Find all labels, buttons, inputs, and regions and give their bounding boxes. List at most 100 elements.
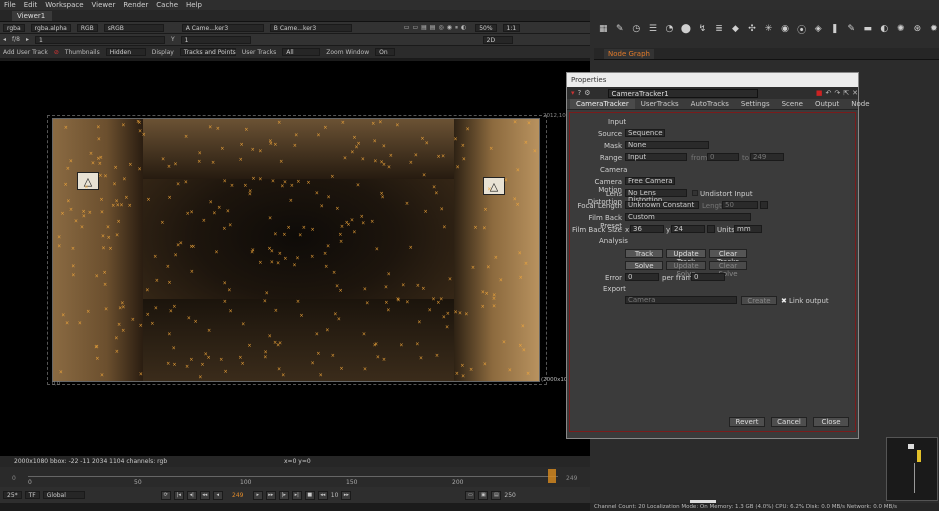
node-tool-icon[interactable]: ▦ bbox=[598, 24, 609, 35]
step-back-increment-button[interactable]: ◂◂ bbox=[317, 490, 328, 500]
node-tool-icon[interactable]: ✎ bbox=[615, 24, 626, 35]
first-frame-button[interactable]: |◂ bbox=[173, 490, 184, 500]
tab-node-graph[interactable]: Node Graph bbox=[604, 49, 654, 59]
last-frame-button[interactable]: ▸| bbox=[291, 490, 302, 500]
playhead[interactable] bbox=[548, 469, 556, 483]
proxy-dropdown[interactable]: 2D bbox=[482, 35, 513, 44]
node-tool-icon[interactable]: ◷ bbox=[631, 24, 642, 35]
play-backward-button[interactable]: ◂ bbox=[212, 490, 223, 500]
export-dropdown[interactable]: Camera bbox=[625, 296, 737, 304]
global-dropdown[interactable]: Global bbox=[42, 491, 85, 499]
track-button[interactable]: Track bbox=[625, 249, 663, 258]
lock-icon[interactable]: ▣ bbox=[478, 490, 489, 500]
node-graph-minimap[interactable] bbox=[886, 437, 938, 501]
node-tool-icon[interactable]: ≣ bbox=[714, 24, 725, 35]
lut-dropdown[interactable]: sRGB bbox=[103, 23, 164, 32]
node-tool-icon[interactable]: ◉ bbox=[780, 24, 791, 35]
solve-button[interactable]: Solve bbox=[625, 261, 663, 270]
node-tool-icon[interactable]: ❚ bbox=[829, 24, 840, 35]
focal-length-dropdown[interactable]: Unknown Constant bbox=[625, 201, 699, 209]
length-anim-button[interactable] bbox=[760, 201, 768, 209]
revert-button[interactable]: Revert bbox=[729, 417, 765, 427]
input-b-dropdown[interactable]: B Came...ker3 bbox=[269, 23, 352, 32]
redo-icon[interactable]: ↷ bbox=[834, 89, 840, 97]
node-tool-icon[interactable]: ◈ bbox=[813, 24, 824, 35]
range-dropdown[interactable]: Input bbox=[625, 153, 687, 161]
node-tool-icon[interactable]: ⊛ bbox=[912, 24, 923, 35]
length-field[interactable]: 50 bbox=[722, 201, 758, 209]
link-output-checkbox[interactable]: ✖ bbox=[781, 297, 787, 305]
fb-y-field[interactable]: 24 bbox=[671, 225, 705, 233]
camera-motion-dropdown[interactable]: Free Camera bbox=[625, 177, 675, 185]
tab-autotracks[interactable]: AutoTracks bbox=[685, 99, 735, 109]
thumbnails-dropdown[interactable]: Hidden bbox=[105, 48, 146, 56]
menu-edit[interactable]: Edit bbox=[24, 1, 38, 9]
node-tool-icon[interactable]: ☰ bbox=[648, 24, 659, 35]
colorspace-dropdown[interactable]: RGB bbox=[76, 23, 98, 32]
close-node-icon[interactable]: ✕ bbox=[852, 89, 858, 97]
collapse-icon[interactable]: ▾ bbox=[571, 89, 575, 97]
close-button[interactable]: Close bbox=[813, 417, 849, 427]
tab-scene[interactable]: Scene bbox=[776, 99, 809, 109]
tab-node[interactable]: Node bbox=[845, 99, 875, 109]
clear-solve-button[interactable]: Clear Solve bbox=[709, 261, 747, 278]
range-button[interactable]: ▤ bbox=[491, 490, 502, 500]
tab-output[interactable]: Output bbox=[809, 99, 845, 109]
step-forward-increment-button[interactable]: ▸▸ bbox=[341, 490, 352, 500]
create-button[interactable]: Create bbox=[741, 296, 777, 305]
add-user-track-button[interactable]: Add User Track bbox=[3, 49, 48, 56]
clear-tracks-button[interactable]: Clear Tracks bbox=[709, 249, 747, 266]
cancel-button[interactable]: Cancel bbox=[771, 417, 807, 427]
end-frame-field[interactable]: 250 bbox=[504, 492, 515, 499]
input-a-dropdown[interactable]: A Came...ker3 bbox=[181, 23, 264, 32]
frame-arrow-icon[interactable]: ▸ bbox=[26, 36, 29, 43]
node-tool-icon[interactable]: ↯ bbox=[697, 24, 708, 35]
timeline[interactable]: 0 50 100 150 200 0 249 bbox=[0, 467, 590, 487]
step-back-button[interactable]: ◂◂ bbox=[199, 490, 210, 500]
menu-cache[interactable]: Cache bbox=[156, 1, 178, 9]
tab-usertracks[interactable]: UserTracks bbox=[635, 99, 685, 109]
update-track-button[interactable]: Update Track bbox=[666, 249, 706, 266]
undo-icon[interactable]: ↶ bbox=[826, 89, 832, 97]
fps-dropdown[interactable]: 25* bbox=[3, 491, 22, 499]
mask-dropdown[interactable]: None bbox=[625, 141, 709, 149]
tab-viewer1[interactable]: Viewer1 bbox=[12, 11, 52, 21]
units-dropdown[interactable]: mm bbox=[734, 225, 762, 233]
undistort-checkbox[interactable] bbox=[692, 190, 698, 196]
tf-dropdown[interactable]: TF bbox=[24, 491, 40, 499]
node-tool-icon[interactable]: ✺ bbox=[896, 24, 907, 35]
node-tool-icon[interactable]: ✹ bbox=[929, 24, 939, 35]
node-tool-icon[interactable]: ◔ bbox=[664, 24, 675, 35]
node-tool-icon[interactable]: ◆ bbox=[730, 24, 741, 35]
range-to-field[interactable]: 249 bbox=[750, 153, 784, 161]
source-dropdown[interactable]: Sequence bbox=[625, 129, 665, 137]
zoom-window-dropdown[interactable]: On bbox=[375, 48, 396, 56]
fb-anim-button[interactable] bbox=[707, 225, 715, 233]
alpha-dropdown[interactable]: rgba.alpha bbox=[30, 23, 71, 32]
help-icon[interactable]: ? bbox=[578, 89, 582, 97]
color-swatch-icon[interactable]: ■ bbox=[816, 89, 823, 97]
lens-distortion-dropdown[interactable]: No Lens Distortion bbox=[625, 189, 687, 204]
zoom-dropdown[interactable]: 50% bbox=[475, 23, 497, 32]
update-solve-button[interactable]: Update Solve bbox=[666, 261, 706, 278]
y-field[interactable]: 1 bbox=[180, 35, 251, 44]
fstop-value[interactable]: f/8 bbox=[12, 36, 20, 43]
menu-workspace[interactable]: Workspace bbox=[45, 1, 83, 9]
node-tool-icon[interactable]: ✣ bbox=[747, 24, 758, 35]
node-tool-icon[interactable]: ◐ bbox=[879, 24, 890, 35]
step-forward-button[interactable]: ▸▸ bbox=[265, 490, 276, 500]
play-forward-button[interactable]: ▸ bbox=[252, 490, 263, 500]
view-mode-icons[interactable]: ▭▭▤▤◎◉⏸◐ bbox=[404, 24, 469, 32]
tab-cameratracker[interactable]: CameraTracker bbox=[570, 99, 635, 109]
range-from-field[interactable]: 0 bbox=[707, 153, 739, 161]
menu-file[interactable]: File bbox=[4, 1, 16, 9]
menu-help[interactable]: Help bbox=[186, 1, 202, 9]
current-frame-field[interactable]: 249 bbox=[226, 492, 250, 499]
menu-viewer[interactable]: Viewer bbox=[92, 1, 116, 9]
node-tool-icon[interactable]: ⬤ bbox=[681, 24, 692, 35]
channels-dropdown[interactable]: rgba bbox=[3, 23, 25, 32]
viewer-canvas[interactable]: △ △ × × × × × × × × × × × × × × × × × × × × × × × × × × × × × × × × × × × ×… bbox=[0, 61, 590, 456]
node-tool-icon[interactable]: ⦿ bbox=[796, 24, 807, 36]
frame-field[interactable]: 1 bbox=[34, 35, 165, 44]
display-dropdown[interactable]: Tracks and Points bbox=[179, 48, 236, 56]
